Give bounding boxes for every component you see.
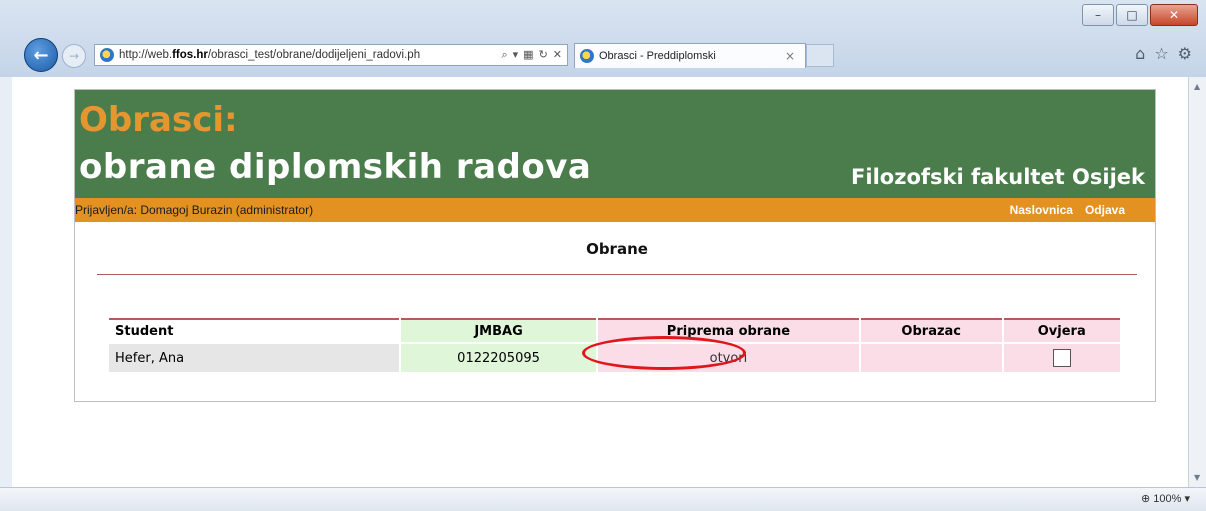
refresh-icon[interactable]: ↻ <box>539 48 548 62</box>
home-icon[interactable]: ⌂ <box>1135 44 1145 63</box>
browser-tab[interactable]: Obrasci - Preddiplomski × <box>574 43 806 68</box>
site-banner: Obrasci: obrane diplomskih radova Filozo… <box>75 90 1155 198</box>
tab-title: Obrasci - Preddiplomski <box>599 50 716 62</box>
dropdown-icon[interactable]: ▾ <box>513 48 519 62</box>
zoom-level[interactable]: ⊕ 100% ▾ <box>1141 492 1190 505</box>
compatibility-icon[interactable]: ▦ <box>523 48 533 62</box>
maximize-icon[interactable]: □ <box>1116 4 1148 26</box>
obrazac-cell <box>860 344 1002 372</box>
gear-icon[interactable]: ⚙ <box>1178 44 1192 63</box>
defenses-table: Student JMBAG Priprema obrane Obrazac Ov… <box>107 316 1122 374</box>
priprema-cell: otvori <box>597 344 859 372</box>
window-controls: – □ ✕ <box>1082 4 1198 26</box>
url-text[interactable]: http://web.ffos.hr/obrasci_test/obrane/d… <box>119 49 501 61</box>
page-viewport: Obrasci: obrane diplomskih radova Filozo… <box>12 77 1188 487</box>
address-bar[interactable]: http://web.ffos.hr/obrasci_test/obrane/d… <box>94 44 568 66</box>
back-arrow-icon[interactable]: ← <box>24 38 58 72</box>
forward-arrow-icon[interactable]: → <box>62 44 86 68</box>
site-favicon-icon <box>100 48 114 62</box>
site-title: Obrasci: <box>79 100 238 140</box>
title-divider <box>97 274 1137 275</box>
column-header-student: Student <box>109 318 400 342</box>
column-header-obrazac: Obrazac <box>860 318 1002 342</box>
favorites-star-icon[interactable]: ☆ <box>1154 44 1168 63</box>
student-jmbag: 0122205095 <box>401 344 596 372</box>
organization-name: Filozofski fakultet Osijek <box>851 165 1145 189</box>
column-header-ovjera: Ovjera <box>1003 318 1120 342</box>
stop-icon[interactable]: ✕ <box>553 48 562 62</box>
user-bar: Prijavljen/a: Domagoj Burazin (administr… <box>75 198 1155 222</box>
column-header-jmbag: JMBAG <box>401 318 596 342</box>
close-icon[interactable]: ✕ <box>1150 4 1198 26</box>
tab-close-icon[interactable]: × <box>785 49 795 63</box>
logged-in-user: Prijavljen/a: Domagoj Burazin (administr… <box>75 203 314 217</box>
site-subtitle: obrane diplomskih radova <box>79 147 592 187</box>
scroll-up-icon[interactable]: ▲ <box>1194 82 1200 91</box>
tab-favicon-icon <box>580 49 594 63</box>
open-link[interactable]: otvori <box>710 351 748 366</box>
ovjera-cell <box>1003 344 1120 372</box>
site-container: Obrasci: obrane diplomskih radova Filozo… <box>74 89 1156 402</box>
column-header-priprema: Priprema obrane <box>597 318 859 342</box>
page-title: Obrane <box>586 240 648 258</box>
table-row: Hefer, Ana 0122205095 otvori <box>109 344 1120 372</box>
table-header-row: Student JMBAG Priprema obrane Obrazac Ov… <box>109 318 1120 342</box>
minimize-icon[interactable]: – <box>1082 4 1114 26</box>
browser-toolbar: – □ ✕ ← → http://web.ffos.hr/obrasci_tes… <box>0 0 1206 78</box>
logout-link[interactable]: Odjava <box>1085 203 1125 217</box>
vertical-scrollbar[interactable]: ▲ ▼ <box>1188 77 1206 487</box>
home-link[interactable]: Naslovnica <box>1010 203 1073 217</box>
search-icon[interactable]: ⌕ <box>501 48 507 62</box>
status-bar: ⊕ 100% ▾ <box>0 487 1206 511</box>
new-tab-button[interactable] <box>806 44 834 67</box>
ovjera-checkbox[interactable] <box>1052 349 1071 367</box>
student-name: Hefer, Ana <box>109 344 400 372</box>
scroll-down-icon[interactable]: ▼ <box>1194 473 1200 482</box>
